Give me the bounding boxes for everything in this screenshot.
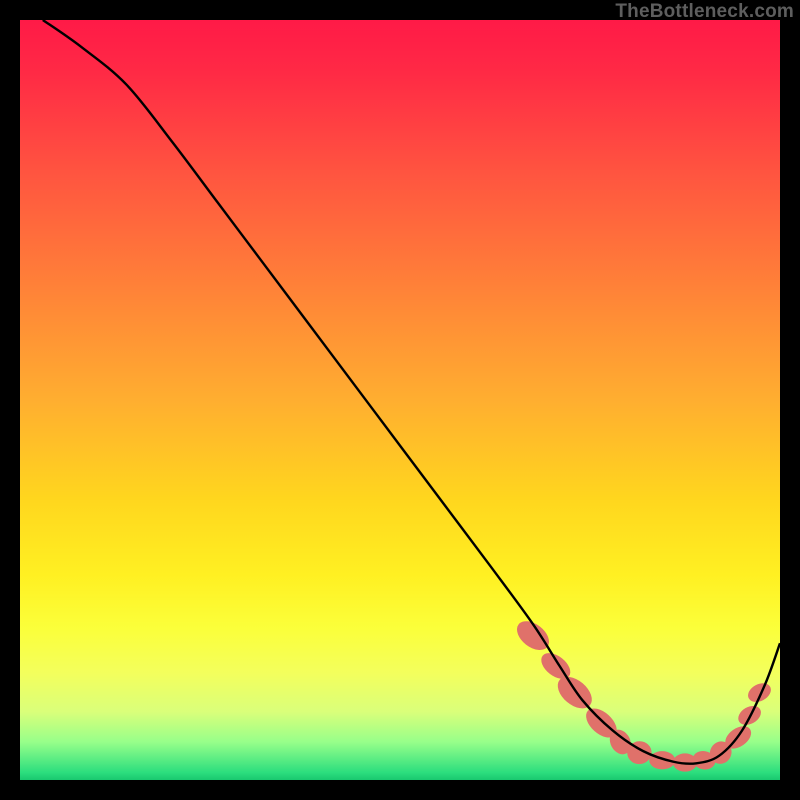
chart-frame: TheBottleneck.com xyxy=(0,0,800,800)
curve-line xyxy=(43,20,780,764)
plot-area xyxy=(20,20,780,780)
chart-svg xyxy=(20,20,780,780)
watermark-label: TheBottleneck.com xyxy=(615,2,794,21)
markers-group xyxy=(512,615,775,771)
curve-marker xyxy=(512,615,555,655)
curve-marker xyxy=(745,680,774,706)
